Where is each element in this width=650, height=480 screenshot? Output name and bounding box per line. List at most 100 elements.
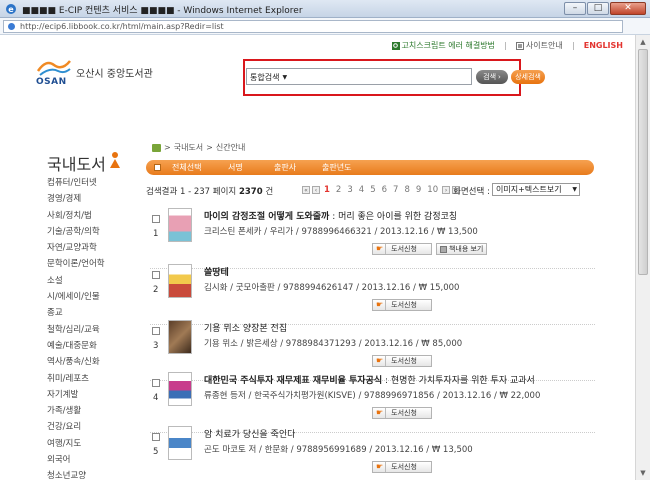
book-subtitle: : 현명한 가치투자자를 위한 투자 교과서 — [382, 376, 535, 386]
book-subtitle: 암 치료가 당신을 죽인다 — [204, 430, 296, 440]
book-title[interactable]: 암 치료가 당신을 죽인다 — [204, 427, 295, 440]
view-select-label: 화면선택 : — [453, 187, 490, 197]
sidebar-item[interactable]: 자기계발 — [47, 387, 105, 403]
sitemap-link[interactable]: 사이트안내 — [515, 40, 563, 51]
sidebar-item[interactable]: 자연/교양과학 — [47, 240, 105, 256]
sidebar-item[interactable]: 예술/대중문화 — [47, 338, 105, 354]
sidebar-item[interactable]: 건강/요리 — [47, 419, 105, 435]
page-number[interactable]: 8 — [402, 185, 411, 195]
book-title[interactable]: 쓸땅테 — [204, 265, 229, 278]
sidebar-item[interactable]: 문학이론/언어학 — [47, 256, 105, 272]
sidebar-item[interactable]: 청소년교양 — [47, 468, 105, 480]
book-actions: ☛ 도서신청 책내용 보기 — [372, 243, 488, 255]
book-title[interactable]: 기용 뮈소 양장본 전집 — [204, 321, 287, 334]
library-logo[interactable]: OSAN 오산시 중앙도서관 — [34, 57, 154, 97]
home-icon[interactable] — [152, 143, 161, 152]
book-checkbox[interactable] — [152, 379, 160, 387]
result-count: 2370 — [238, 187, 263, 197]
book-cover-image[interactable] — [168, 208, 192, 242]
first-page-button[interactable]: « — [302, 186, 310, 194]
book-meta: 김시화 / 굿모아출판 / 9788994626147 / 2013.12.16… — [204, 283, 460, 293]
sidebar-item[interactable]: 경영/경제 — [47, 191, 105, 207]
book-title[interactable]: 대한민국 주식투자 재무제표 재무비율 투자공식 : 현명한 가치투자자를 위한… — [204, 373, 535, 386]
minimize-button[interactable]: – — [564, 2, 586, 15]
book-cover-image[interactable] — [168, 320, 192, 354]
request-button[interactable]: ☛ 도서신청 — [372, 243, 432, 255]
search-input[interactable]: 통합검색 ▼ — [246, 68, 472, 85]
page-number[interactable]: 5 — [368, 185, 377, 195]
search-type-select[interactable]: 통합검색 ▼ — [250, 71, 287, 83]
page-number[interactable]: 6 — [380, 185, 389, 195]
request-button[interactable]: ☛ 도서신청 — [372, 461, 432, 473]
sidebar-item[interactable]: 외국어 — [47, 452, 105, 468]
arrow-right-icon: › — [498, 73, 501, 81]
preview-button[interactable]: 책내용 보기 — [435, 243, 488, 255]
result-prefix: 검색결과 1 - 237 페이지 — [146, 187, 237, 197]
sidebar-item[interactable]: 컴퓨터/인터넷 — [47, 175, 105, 191]
page-number[interactable]: 4 — [357, 185, 366, 195]
book-checkbox[interactable] — [152, 271, 160, 279]
page-number[interactable]: 3 — [345, 185, 354, 195]
sidebar-item[interactable]: 철학/심리/교육 — [47, 322, 105, 338]
window-titlebar: e ■■■■ E-CIP 컨텐츠 서비스 ■■■■ - Windows Inte… — [0, 0, 650, 18]
sidebar-item[interactable]: 시/에세이/인물 — [47, 289, 105, 305]
vertical-scrollbar[interactable]: ▲ ▼ — [635, 35, 650, 480]
url-text: http://ecip6.libbook.co.kr/html/main.asp… — [20, 22, 224, 31]
sidebar-item[interactable]: 소설 — [47, 273, 105, 289]
book-subtitle: 기용 뮈소 양장본 전집 — [204, 324, 288, 334]
sidebar-item[interactable]: 취미/레포츠 — [47, 371, 105, 387]
scroll-up-icon[interactable]: ▲ — [638, 37, 648, 47]
tab-pub-year[interactable]: 출판년도 — [322, 161, 351, 174]
english-link[interactable]: ENGLISH — [584, 41, 623, 50]
select-all-checkbox[interactable] — [154, 164, 161, 171]
close-button[interactable]: ✕ — [610, 2, 646, 15]
search-button[interactable]: 검색 › — [476, 70, 508, 84]
book-checkbox[interactable] — [152, 327, 160, 335]
reading-figure-icon — [110, 152, 120, 168]
book-preview-icon — [439, 245, 447, 253]
book-actions: ☛ 도서신청 — [372, 461, 432, 473]
scroll-down-icon[interactable]: ▼ — [638, 468, 648, 478]
book-index: 5 — [153, 447, 159, 457]
breadcrumb-item[interactable]: 국내도서 — [174, 142, 203, 153]
book-title[interactable]: 마이의 감정조절 어떻게 도와줄까 : 머리 좋은 아이를 위한 감정코칭 — [204, 209, 457, 222]
page-number[interactable]: 2 — [334, 185, 343, 195]
book-cover-image[interactable] — [168, 426, 192, 460]
sidebar-item[interactable]: 가족/생활 — [47, 403, 105, 419]
book-index: 3 — [153, 341, 159, 351]
book-actions: ☛ 도서신청 — [372, 355, 432, 367]
maximize-button[interactable]: □ — [587, 2, 609, 15]
page-number[interactable]: 9 — [414, 185, 423, 195]
scroll-thumb[interactable] — [638, 49, 648, 275]
detail-search-button[interactable]: 상세검색 — [511, 70, 545, 84]
sidebar-item[interactable]: 역사/풍속/신화 — [47, 354, 105, 370]
book-cover-image[interactable] — [168, 264, 192, 298]
request-button[interactable]: ☛ 도서신청 — [372, 299, 432, 311]
book-checkbox[interactable] — [152, 433, 160, 441]
next-page-button[interactable]: › — [442, 186, 451, 194]
view-mode-select[interactable]: 이미지+텍스트보기 ▼ — [492, 183, 580, 196]
help-link[interactable]: 고치스크립트 에러 해결방법 — [391, 40, 495, 51]
window-title: ■■■■ E-CIP 컨텐츠 서비스 ■■■■ - Windows Intern… — [22, 6, 303, 16]
tab-select-all[interactable]: 전체선택 — [172, 161, 201, 174]
request-button[interactable]: ☛ 도서신청 — [372, 407, 432, 419]
prev-page-button[interactable]: ‹ — [312, 186, 320, 194]
book-meta: 기용 뮈소 / 밝은세상 / 9788984371293 / 2013.12.1… — [204, 339, 463, 349]
logo-text: OSAN — [36, 77, 67, 87]
logo-emblem-icon — [36, 60, 71, 76]
book-checkbox[interactable] — [152, 215, 160, 223]
page-number[interactable]: 1 — [322, 185, 332, 195]
page-number[interactable]: 7 — [391, 185, 400, 195]
chevron-down-icon: ▼ — [282, 73, 288, 81]
sidebar-item[interactable]: 사회/정치/법 — [47, 208, 105, 224]
page-number[interactable]: 10 — [425, 185, 440, 195]
tab-publisher[interactable]: 출판사 — [274, 161, 296, 174]
url-field[interactable]: http://ecip6.libbook.co.kr/html/main.asp… — [3, 20, 623, 33]
tab-title[interactable]: 서명 — [228, 161, 243, 174]
sidebar-item[interactable]: 여행/지도 — [47, 436, 105, 452]
request-button[interactable]: ☛ 도서신청 — [372, 355, 432, 367]
sidebar-item[interactable]: 기술/공학/의학 — [47, 224, 105, 240]
book-cover-image[interactable] — [168, 372, 192, 406]
book-index: 4 — [153, 393, 159, 403]
sidebar-item[interactable]: 종교 — [47, 305, 105, 321]
